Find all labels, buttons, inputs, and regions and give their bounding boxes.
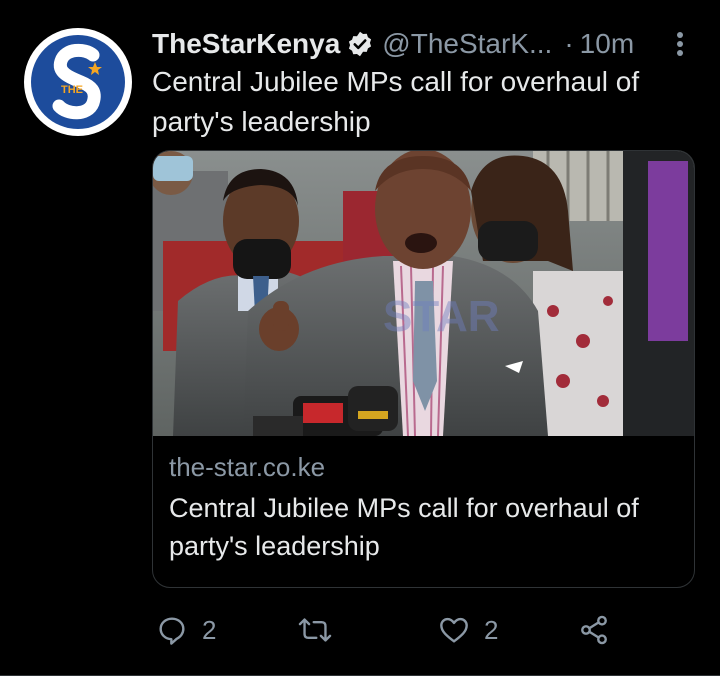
svg-text:THE: THE <box>61 84 83 96</box>
share-button[interactable] <box>578 608 610 652</box>
more-options-icon[interactable] <box>670 28 690 60</box>
tweet[interactable]: THE TheStarKenya @TheStarK... · 10m Cent… <box>0 0 720 676</box>
link-card[interactable]: STAR the-star.co.ke Central Jubilee MPs … <box>152 150 695 588</box>
reply-count: 2 <box>202 614 217 645</box>
heart-icon <box>438 614 470 646</box>
separator-dot: · <box>564 28 574 59</box>
card-title: Central Jubilee MPs call for overhaul of… <box>169 493 639 561</box>
reply-button[interactable]: 2 <box>156 608 216 652</box>
like-count: 2 <box>484 614 499 645</box>
retweet-icon <box>298 614 332 646</box>
reply-icon <box>156 614 188 646</box>
share-icon <box>578 614 610 646</box>
verified-badge-icon <box>346 30 374 58</box>
tweet-header: TheStarKenya @TheStarK... · 10m <box>152 24 690 64</box>
tweet-actions: 2 2 <box>152 608 622 652</box>
card-body: the-star.co.ke Central Jubilee MPs call … <box>169 449 679 565</box>
retweet-button[interactable] <box>298 608 332 652</box>
handle[interactable]: @TheStarK... <box>382 28 552 60</box>
svg-text:STAR: STAR <box>383 292 500 341</box>
display-name[interactable]: TheStarKenya <box>152 28 340 60</box>
card-domain: the-star.co.ke <box>169 452 326 482</box>
tweet-text: Central Jubilee MPs call for overhaul of… <box>152 66 640 137</box>
timestamp[interactable]: 10m <box>580 28 634 60</box>
the-star-logo-icon: THE <box>31 35 125 129</box>
card-image: STAR <box>153 151 694 436</box>
avatar[interactable]: THE <box>24 28 132 136</box>
like-button[interactable]: 2 <box>438 608 498 652</box>
